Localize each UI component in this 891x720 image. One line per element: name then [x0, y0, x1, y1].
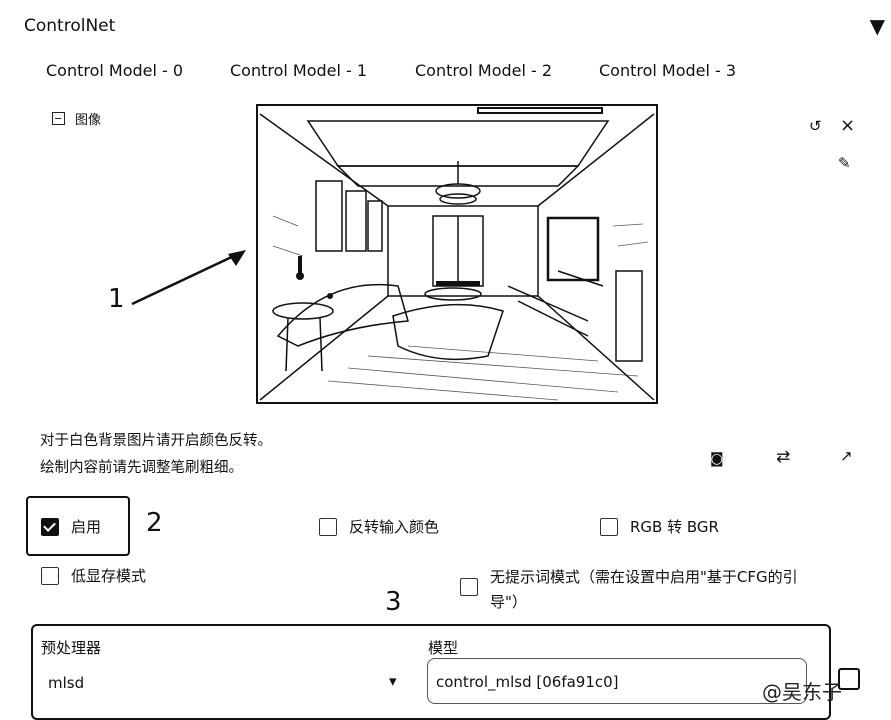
tab-control-model-0[interactable]: Control Model - 0: [46, 61, 183, 80]
brush-icon[interactable]: ✎: [838, 154, 851, 172]
image-canvas[interactable]: [256, 104, 658, 404]
swap-icon[interactable]: ⇄: [776, 447, 790, 467]
enable-checkbox-box[interactable]: [41, 517, 59, 536]
tab-control-model-3[interactable]: Control Model - 3: [599, 61, 736, 80]
close-icon[interactable]: ×: [840, 115, 855, 136]
tab-control-model-1[interactable]: Control Model - 1: [230, 61, 367, 80]
annotation-1: 1: [108, 284, 125, 314]
room-sketch-image: [259, 107, 655, 401]
rgb-to-bgr-label: RGB 转 BGR: [630, 518, 719, 536]
collapse-toggle-icon[interactable]: ▼: [870, 14, 885, 38]
guess-mode-label-line1: 无提示词模式（需在设置中启用"基于CFG的引: [490, 568, 798, 586]
send-icon[interactable]: ↗: [840, 447, 853, 465]
image-icon: [52, 112, 65, 125]
image-label-text: 图像: [75, 113, 102, 128]
model-label: 模型: [428, 639, 459, 657]
image-input-label: 图像: [52, 109, 101, 128]
invert-colors-checkbox[interactable]: 反转输入颜色: [319, 516, 439, 537]
undo-icon[interactable]: ↺: [809, 117, 822, 135]
chevron-down-icon[interactable]: ▾: [389, 672, 397, 690]
watermark: @吴东子: [762, 680, 842, 704]
invert-colors-label: 反转输入颜色: [349, 518, 440, 536]
hint-brush-size: 绘制内容前请先调整笔刷粗细。: [40, 460, 243, 476]
hint-invert-colors: 对于白色背景图片请开启颜色反转。: [40, 433, 272, 449]
annotation-3: 3: [385, 587, 402, 617]
camera-icon[interactable]: ◙: [710, 451, 724, 467]
enable-label: 启用: [71, 518, 102, 536]
enable-checkbox[interactable]: 启用: [41, 516, 101, 537]
preprocessor-label: 预处理器: [41, 639, 102, 657]
guess-mode-label-line2: 导"）: [490, 593, 527, 611]
annotation-2: 2: [146, 508, 163, 538]
rgb-to-bgr-checkbox[interactable]: RGB 转 BGR: [600, 516, 719, 537]
low-vram-checkbox[interactable]: 低显存模式: [41, 565, 146, 586]
low-vram-label: 低显存模式: [71, 567, 147, 585]
preprocessor-select-value[interactable]: mlsd: [48, 674, 84, 692]
tab-control-model-2[interactable]: Control Model - 2: [415, 61, 552, 80]
model-select-value[interactable]: control_mlsd [06fa91c0]: [436, 673, 619, 691]
annotation-arrow: [131, 250, 246, 306]
guess-mode-label: 无提示词模式（需在设置中启用"基于CFG的引 导"）: [490, 566, 798, 612]
rgb-to-bgr-checkbox-box[interactable]: [600, 517, 618, 536]
guess-mode-checkbox[interactable]: 无提示词模式（需在设置中启用"基于CFG的引 导"）: [460, 566, 798, 612]
panel-title: ControlNet: [24, 16, 116, 36]
guess-mode-checkbox-box[interactable]: [460, 578, 478, 596]
invert-colors-checkbox-box[interactable]: [319, 517, 337, 536]
low-vram-checkbox-box[interactable]: [41, 566, 59, 585]
